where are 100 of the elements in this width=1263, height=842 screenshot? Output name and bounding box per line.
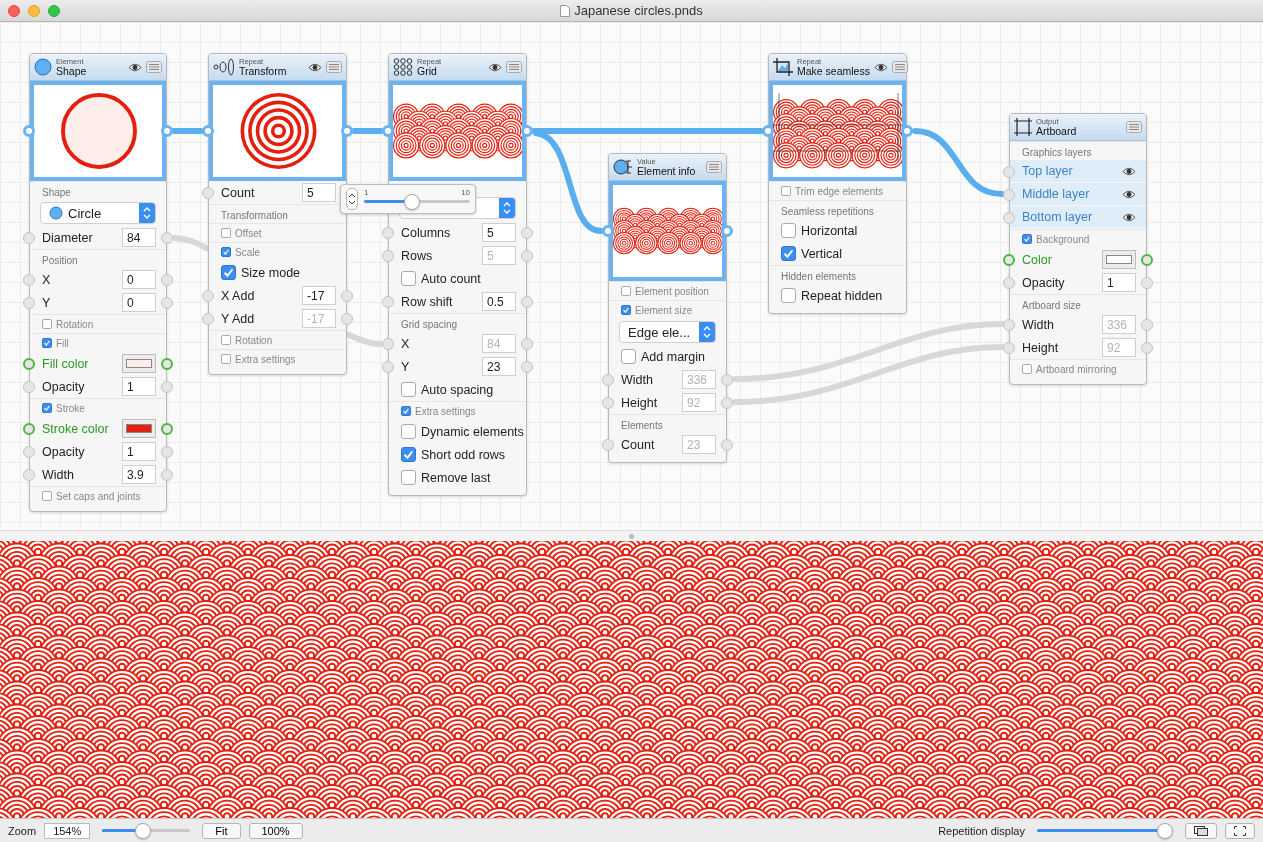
port[interactable] xyxy=(382,249,394,262)
checkbox[interactable] xyxy=(401,382,416,397)
checkbox[interactable] xyxy=(781,186,791,196)
port[interactable] xyxy=(1003,341,1015,354)
port[interactable] xyxy=(382,226,394,239)
checkbox[interactable] xyxy=(221,247,231,257)
port[interactable] xyxy=(1003,211,1015,224)
zoom-field[interactable]: 154% xyxy=(44,822,91,839)
port[interactable] xyxy=(521,249,533,262)
dropdown[interactable]: Edge ele... xyxy=(619,321,716,343)
color-well[interactable] xyxy=(1102,250,1136,269)
port[interactable] xyxy=(161,296,173,309)
checkbox[interactable] xyxy=(42,338,52,348)
windows-icon[interactable] xyxy=(1194,825,1208,836)
eye-icon[interactable] xyxy=(308,62,322,72)
port[interactable] xyxy=(161,231,173,244)
port[interactable] xyxy=(1141,318,1153,331)
checkbox[interactable] xyxy=(42,319,52,329)
value-field[interactable]: 0.5 xyxy=(482,292,516,311)
checkbox[interactable] xyxy=(621,305,631,315)
slider-thumb[interactable] xyxy=(134,822,151,839)
zoom-button[interactable]: Fit xyxy=(202,822,241,839)
port[interactable] xyxy=(521,295,533,308)
checkbox[interactable] xyxy=(781,223,796,238)
port[interactable] xyxy=(202,312,214,325)
checkbox[interactable] xyxy=(221,354,231,364)
eye-icon[interactable] xyxy=(1122,189,1136,199)
checkbox[interactable] xyxy=(781,246,796,261)
port[interactable] xyxy=(382,295,394,308)
checkbox[interactable] xyxy=(221,228,231,238)
port[interactable] xyxy=(161,468,173,481)
port[interactable] xyxy=(23,422,35,435)
value-field[interactable]: 3.9 xyxy=(122,465,156,484)
checkbox[interactable] xyxy=(781,288,796,303)
zoom-button[interactable]: 100% xyxy=(248,822,303,839)
port[interactable] xyxy=(602,225,614,237)
port[interactable] xyxy=(23,125,35,137)
fullscreen-button[interactable] xyxy=(1225,822,1255,839)
fullscreen-icon[interactable] xyxy=(1234,825,1246,836)
port[interactable] xyxy=(202,125,214,137)
checkbox[interactable] xyxy=(1022,364,1032,374)
checkbox[interactable] xyxy=(401,470,416,485)
value-field[interactable]: 1 xyxy=(122,377,156,396)
menu-icon[interactable] xyxy=(1126,121,1142,133)
value-field[interactable]: 84 xyxy=(122,228,156,247)
checkbox[interactable] xyxy=(401,406,411,416)
port[interactable] xyxy=(762,125,774,137)
port[interactable] xyxy=(1141,253,1153,266)
value-field[interactable]: 1 xyxy=(1102,273,1136,292)
port[interactable] xyxy=(202,289,214,302)
checkbox[interactable] xyxy=(401,447,416,462)
value-field[interactable]: -17 xyxy=(302,286,336,305)
checkbox[interactable] xyxy=(42,403,52,413)
eye-icon[interactable] xyxy=(1122,212,1136,222)
port[interactable] xyxy=(521,360,533,373)
wire[interactable] xyxy=(732,321,1005,382)
menu-icon[interactable] xyxy=(706,161,722,173)
port[interactable] xyxy=(161,422,173,435)
port[interactable] xyxy=(382,337,394,350)
value-field[interactable]: 23 xyxy=(482,357,516,376)
slider-thumb[interactable] xyxy=(1157,822,1173,839)
port[interactable] xyxy=(202,186,214,199)
checkbox[interactable] xyxy=(401,424,416,439)
port[interactable] xyxy=(602,438,614,451)
port[interactable] xyxy=(1003,276,1015,289)
port[interactable] xyxy=(1141,341,1153,354)
color-well[interactable] xyxy=(122,419,156,438)
close-button[interactable] xyxy=(8,4,20,17)
port[interactable] xyxy=(382,360,394,373)
wire[interactable] xyxy=(533,130,604,234)
port[interactable] xyxy=(341,312,353,325)
repetition-slider[interactable] xyxy=(1037,822,1173,839)
port[interactable] xyxy=(1003,188,1015,201)
eye-icon[interactable] xyxy=(1122,166,1136,176)
port[interactable] xyxy=(23,380,35,393)
dropdown[interactable]: Circle xyxy=(40,202,156,224)
count-slider[interactable] xyxy=(364,194,470,210)
color-well[interactable] xyxy=(122,354,156,373)
checkbox[interactable] xyxy=(621,349,636,364)
port[interactable] xyxy=(23,231,35,244)
port[interactable] xyxy=(721,396,733,409)
port[interactable] xyxy=(23,468,35,481)
eye-icon[interactable] xyxy=(488,62,502,72)
zoom-button[interactable] xyxy=(48,4,60,17)
checkbox[interactable] xyxy=(221,335,231,345)
port[interactable] xyxy=(1003,253,1015,266)
port[interactable] xyxy=(23,296,35,309)
port[interactable] xyxy=(161,273,173,286)
port[interactable] xyxy=(721,438,733,451)
wire[interactable] xyxy=(912,128,1005,197)
port[interactable] xyxy=(1141,276,1153,289)
port[interactable] xyxy=(521,226,533,239)
split-handle[interactable] xyxy=(629,533,634,539)
value-field[interactable]: 5 xyxy=(302,183,336,202)
zoom-slider[interactable] xyxy=(102,822,191,839)
wire[interactable] xyxy=(172,235,209,251)
windows-button[interactable] xyxy=(1185,822,1217,839)
port[interactable] xyxy=(602,396,614,409)
minimize-button[interactable] xyxy=(28,4,40,17)
port[interactable] xyxy=(23,273,35,286)
